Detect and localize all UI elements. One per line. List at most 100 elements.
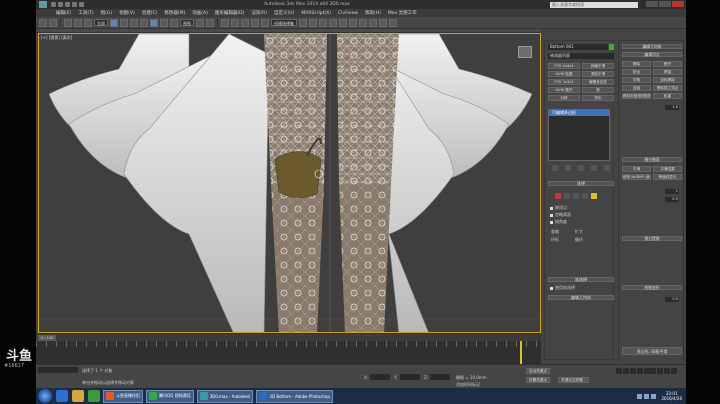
z-coordinate-input[interactable] — [430, 374, 450, 380]
modifier-button[interactable]: 挤出 — [582, 95, 614, 101]
zoom-all-icon[interactable] — [657, 368, 663, 374]
modifier-button[interactable]: FFD 3x3x3 — [548, 79, 580, 85]
grow-button[interactable]: 扩大 — [575, 229, 583, 235]
menu-animation[interactable]: 动画(A) — [192, 10, 208, 16]
clock[interactable]: 22:01 2016/4/26 — [661, 391, 682, 401]
use-nurms-button[interactable]: 使用 NURMS 细分 — [622, 174, 651, 180]
taskbar-task[interactable]: 斗鱼直播伴侣 — [103, 389, 143, 403]
zoom-icon[interactable] — [650, 368, 656, 374]
previous-frame-icon[interactable] — [623, 368, 629, 374]
pivot-center-icon[interactable] — [196, 18, 204, 27]
menu-customize[interactable]: 自定义(U) — [274, 10, 294, 16]
checkbox[interactable]: 按角度 — [550, 219, 567, 225]
modifier-button[interactable]: 涡轮平滑 — [582, 71, 614, 77]
isoline-display-button[interactable]: 等值线显示 — [653, 174, 682, 180]
open-file-icon[interactable] — [58, 2, 63, 7]
chamfer-button[interactable]: 切角 — [622, 77, 651, 83]
window-crossing-icon[interactable] — [140, 18, 148, 27]
maximize-button[interactable] — [659, 1, 671, 7]
key-filters-button[interactable]: 关键点过滤器... — [558, 377, 589, 383]
rollout-header[interactable]: 编辑顶点 — [622, 52, 682, 57]
break-button[interactable]: 断开 — [653, 61, 682, 67]
maximize-viewport-icon[interactable] — [671, 368, 677, 374]
object-name-input[interactable]: Bottom 001 — [548, 44, 608, 50]
rollout-header[interactable]: 细分置换 — [622, 236, 682, 241]
curve-editor-icon[interactable] — [339, 18, 347, 27]
spinner-snap-icon[interactable] — [251, 18, 259, 27]
volume-icon[interactable] — [644, 393, 650, 399]
undo-icon[interactable] — [39, 18, 47, 27]
help-search-input[interactable]: 键入关键字或短语 — [550, 1, 638, 8]
modifier-button[interactable]: FFD 4x4x4 — [548, 63, 580, 69]
element-level-icon[interactable] — [591, 193, 597, 199]
menu-help[interactable]: 帮助(H) — [365, 10, 381, 16]
menu-maxscript[interactable]: MAXScript(X) — [301, 11, 331, 16]
rollout-header[interactable]: 编辑几何体 — [622, 44, 682, 49]
connect-button[interactable]: 连接 — [622, 85, 651, 91]
menu-inspiration[interactable]: Max 灵感工作 — [388, 10, 417, 16]
render-setup-icon[interactable] — [369, 18, 377, 27]
edit-geometry-rollout[interactable]: 编辑几何体 — [548, 295, 614, 300]
chrome-browser-icon[interactable] — [88, 390, 100, 402]
mesh-smooth-button[interactable]: 多边形: 网格平滑 — [622, 347, 682, 355]
smoothness-input[interactable]: 0.5 — [665, 197, 679, 202]
remove-modifier-icon[interactable] — [591, 165, 598, 171]
redo-icon[interactable] — [79, 2, 84, 7]
menu-civilview[interactable]: Civilview — [338, 11, 358, 16]
y-coordinate-input[interactable] — [400, 374, 420, 380]
layer-manager-icon[interactable] — [319, 18, 327, 27]
iterations-input[interactable]: 1 — [665, 189, 679, 194]
angle-snap-icon[interactable] — [231, 18, 239, 27]
next-frame-icon[interactable] — [637, 368, 643, 374]
make-unique-icon[interactable] — [577, 165, 584, 171]
trackbar[interactable] — [36, 341, 541, 364]
mirror-icon[interactable] — [299, 18, 307, 27]
rollout-header[interactable]: 绘制变形 — [622, 285, 682, 290]
menu-views[interactable]: 视图(V) — [119, 10, 135, 16]
move-icon[interactable] — [150, 18, 158, 27]
link-icon[interactable] — [64, 18, 72, 27]
modifier-button[interactable]: 编辑多边形 — [582, 79, 614, 85]
set-key-button[interactable]: 设置关键点 — [526, 377, 550, 383]
weight-button[interactable]: 权重 — [653, 93, 682, 99]
maxscript-listener-field[interactable] — [38, 367, 78, 373]
configure-sets-icon[interactable] — [604, 165, 611, 171]
show-end-result-icon[interactable] — [564, 165, 571, 171]
remove-button[interactable]: 移除 — [622, 61, 651, 67]
soft-selection-rollout[interactable]: 软选择 — [548, 277, 614, 282]
graphite-ribbon-icon[interactable] — [329, 18, 337, 27]
menu-rendering[interactable]: 渲染(R) — [251, 10, 267, 16]
auto-key-button[interactable]: 自动关键点 — [526, 368, 550, 374]
rectangle-selection-icon[interactable] — [130, 18, 138, 27]
redo-icon[interactable] — [49, 18, 57, 27]
polygon-level-icon[interactable] — [582, 193, 588, 199]
target-weld-button[interactable]: 目标焊接 — [653, 77, 682, 83]
rendered-frame-icon[interactable] — [379, 18, 387, 27]
modifier-button[interactable]: 对称 — [548, 95, 580, 101]
align-icon[interactable] — [309, 18, 317, 27]
viewcube-icon[interactable] — [518, 46, 532, 58]
taskbar-task[interactable]: 3D Bottom - Adobe Photoshop — [256, 389, 333, 403]
current-frame-marker[interactable] — [520, 341, 522, 364]
smooth-result-button[interactable]: 平滑结果 — [653, 166, 682, 172]
checkbox[interactable]: 按顶点 — [550, 205, 567, 211]
reference-coordinate-dropdown[interactable]: 视图 — [180, 19, 194, 26]
unlink-icon[interactable] — [74, 18, 82, 27]
push-value-input[interactable]: 0.0 — [665, 297, 679, 302]
material-editor-icon[interactable] — [359, 18, 367, 27]
select-by-name-icon[interactable] — [120, 18, 128, 27]
menu-modifiers[interactable]: 修改器(M) — [164, 10, 185, 16]
taskbar-task[interactable]: 腾讯QQ 视频通话 — [146, 389, 194, 403]
ie-browser-icon[interactable] — [56, 390, 68, 402]
remove-isolated-button[interactable]: 移除孤立顶点 — [653, 85, 682, 91]
go-to-start-icon[interactable] — [616, 368, 622, 374]
modifier-list-dropdown[interactable]: 修改器列表 — [548, 53, 614, 59]
new-file-icon[interactable] — [51, 2, 56, 7]
selection-rollout[interactable]: 选择 — [548, 181, 614, 186]
bind-spacewarp-icon[interactable] — [84, 18, 92, 27]
named-selection-set-dropdown[interactable]: 创建选择集 — [271, 19, 297, 26]
use-soft-selection-checkbox[interactable]: 使用软选择 — [550, 285, 575, 291]
stack-item[interactable]: 可编辑多边形 — [549, 110, 609, 116]
modifier-button[interactable]: 网格平滑 — [582, 63, 614, 69]
menu-edit[interactable]: 编辑(E) — [56, 10, 71, 16]
